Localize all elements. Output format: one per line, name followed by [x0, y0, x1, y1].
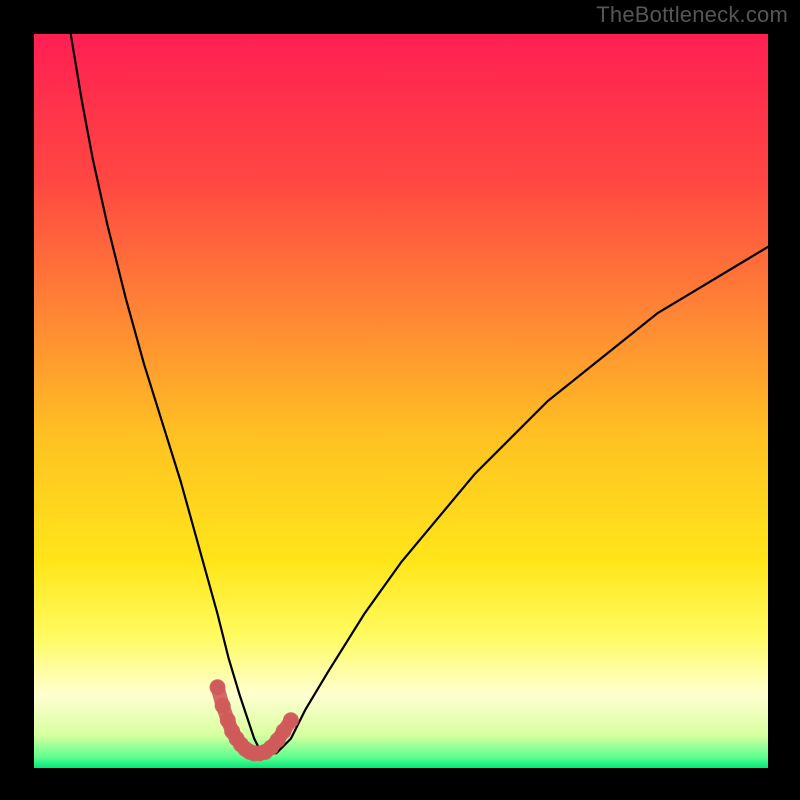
chart-background [34, 34, 768, 768]
plot-area [34, 34, 768, 768]
marker-point [283, 712, 299, 728]
watermark-label: TheBottleneck.com [596, 2, 788, 28]
chart-frame: TheBottleneck.com [0, 0, 800, 800]
marker-point [215, 698, 231, 714]
chart-svg [34, 34, 768, 768]
marker-point [210, 679, 226, 695]
